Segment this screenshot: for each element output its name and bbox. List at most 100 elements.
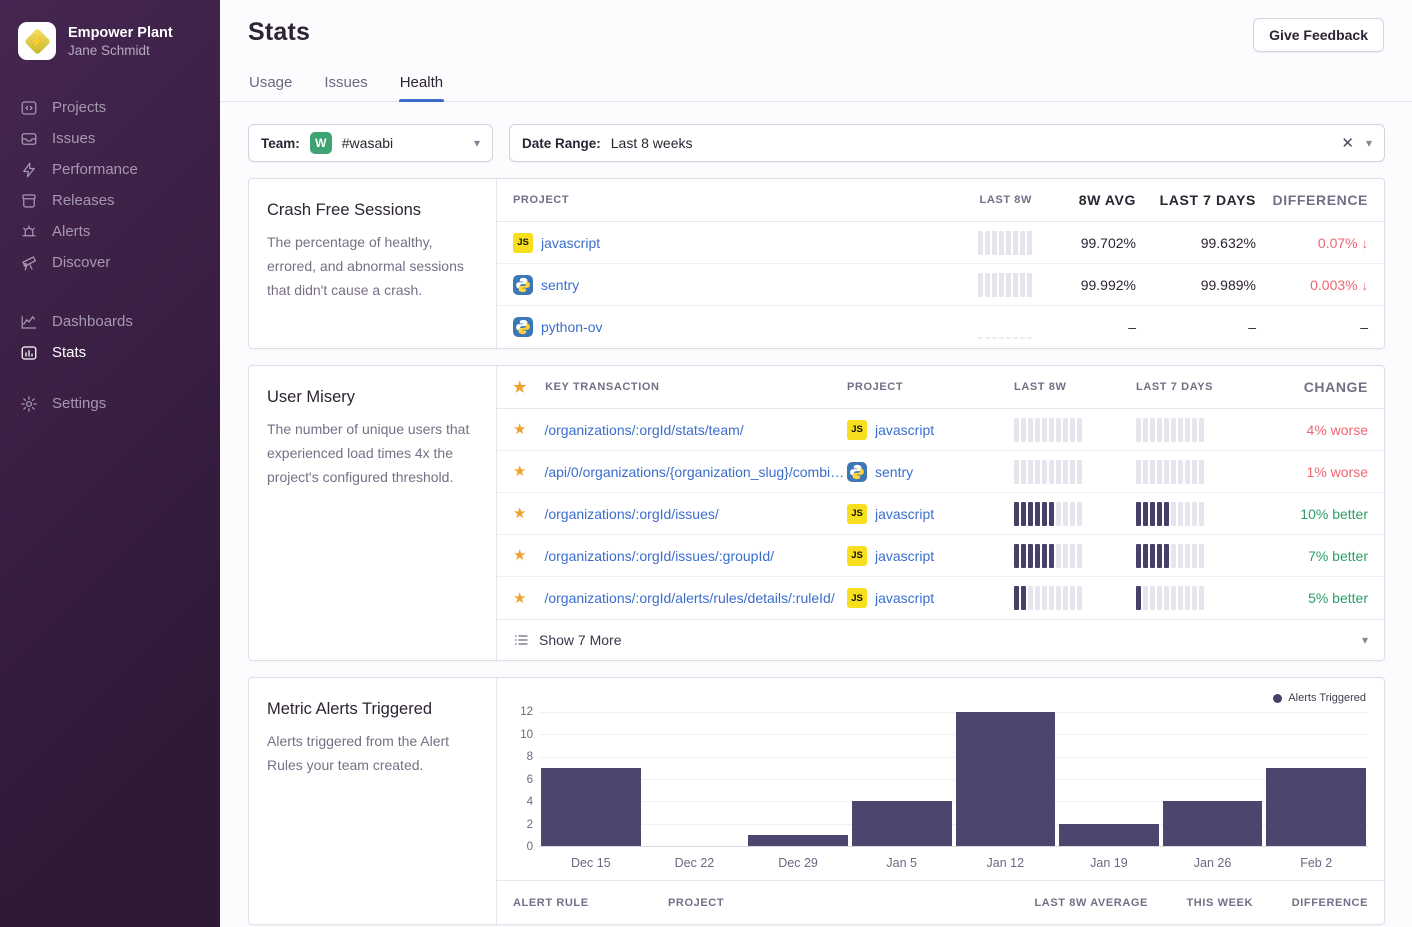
- releases-icon: [20, 192, 38, 210]
- x-tick-label: Jan 19: [1057, 856, 1161, 870]
- show-more-button[interactable]: Show 7 More ▾: [497, 619, 1384, 660]
- project-link[interactable]: sentry: [541, 277, 579, 293]
- project-link[interactable]: javascript: [541, 235, 600, 251]
- sidebar-item-projects[interactable]: Projects: [0, 92, 220, 123]
- y-tick-label: 6: [527, 774, 533, 786]
- team-select[interactable]: Team: W #wasabi ▾: [248, 124, 493, 162]
- chart-bar[interactable]: [1059, 824, 1159, 846]
- date-range-select[interactable]: Date Range: Last 8 weeks ✕ ▾: [509, 124, 1385, 162]
- table-row: ★ /organizations/:orgId/issues/:groupId/J…: [497, 535, 1384, 577]
- sparkline-last-8w: [1014, 586, 1082, 610]
- y-tick-label: 4: [527, 796, 533, 808]
- sidebar-item-settings[interactable]: Settings: [0, 388, 220, 419]
- panel-description: Alerts triggered from the Alert Rules yo…: [267, 729, 478, 777]
- python-platform-icon: [847, 462, 867, 482]
- sparkline-last-7-days: [1136, 418, 1204, 442]
- sidebar-item-label: Dashboards: [52, 312, 133, 331]
- table-row: JS javascript 99.702% 99.632% 0.07% ↓: [497, 222, 1384, 264]
- tab-health[interactable]: Health: [399, 68, 444, 101]
- javascript-platform-icon: JS: [513, 233, 533, 253]
- sidebar-item-releases[interactable]: Releases: [0, 185, 220, 216]
- avg-8w-value: 99.702%: [1032, 235, 1136, 251]
- change-value: 7% better: [1256, 548, 1368, 564]
- column-last-7-days: Last 7 Days: [1136, 192, 1256, 208]
- column-change: Change: [1256, 379, 1368, 395]
- sparkline-last-8w: [1014, 418, 1082, 442]
- panel-description: The percentage of healthy, errored, and …: [267, 230, 478, 302]
- table-header: Project Last 8W 8W Avg Last 7 Days Diffe…: [497, 179, 1384, 222]
- sidebar-item-stats[interactable]: Stats: [0, 337, 220, 368]
- project-link[interactable]: sentry: [875, 464, 913, 480]
- x-tick-label: Jan 12: [954, 856, 1058, 870]
- star-icon: ★: [513, 380, 527, 395]
- sidebar-item-alerts[interactable]: Alerts: [0, 216, 220, 247]
- star-icon[interactable]: ★: [513, 506, 526, 521]
- project-link[interactable]: javascript: [875, 590, 934, 606]
- give-feedback-button[interactable]: Give Feedback: [1253, 18, 1384, 52]
- project-link[interactable]: javascript: [875, 422, 934, 438]
- chart-bar[interactable]: [748, 835, 848, 846]
- performance-icon: [20, 161, 38, 179]
- javascript-platform-icon: JS: [847, 420, 867, 440]
- column-key-transaction: Key Transaction: [545, 381, 660, 393]
- column-8w-avg: 8W Avg: [1032, 192, 1136, 208]
- chart-legend: Alerts Triggered: [1273, 692, 1366, 704]
- sidebar-item-label: Projects: [52, 98, 106, 117]
- avg-8w-value: 99.992%: [1032, 277, 1136, 293]
- chart-bar[interactable]: [1266, 768, 1366, 846]
- star-icon[interactable]: ★: [513, 591, 526, 606]
- difference-value: 0.003% ↓: [1256, 277, 1368, 293]
- date-range-label: Date Range:: [522, 136, 601, 151]
- column-last-8w: Last 8W: [914, 194, 1032, 206]
- sidebar-item-label: Settings: [52, 394, 106, 413]
- star-icon[interactable]: ★: [513, 464, 526, 479]
- chevron-down-icon: ▾: [1362, 633, 1368, 647]
- org-logo-icon: [18, 22, 56, 60]
- legend-label: Alerts Triggered: [1288, 692, 1366, 704]
- down-arrow-icon: ↓: [1362, 278, 1369, 293]
- x-tick-label: Dec 15: [539, 856, 643, 870]
- change-value: 1% worse: [1256, 464, 1368, 480]
- change-value: 5% better: [1256, 590, 1368, 606]
- star-icon[interactable]: ★: [513, 548, 526, 563]
- transaction-link[interactable]: /organizations/:orgId/alerts/rules/detai…: [544, 590, 834, 606]
- javascript-platform-icon: JS: [847, 588, 867, 608]
- last-7-days-value: 99.989%: [1136, 277, 1256, 293]
- panel-title: Metric Alerts Triggered: [267, 700, 478, 719]
- python-platform-icon: [513, 317, 533, 337]
- clear-icon[interactable]: ✕: [1341, 134, 1354, 152]
- python-platform-icon: [513, 275, 533, 295]
- sidebar-item-issues[interactable]: Issues: [0, 123, 220, 154]
- transaction-link[interactable]: /organizations/:orgId/stats/team/: [544, 422, 743, 438]
- last-7-days-value: 99.632%: [1136, 235, 1256, 251]
- javascript-platform-icon: JS: [847, 546, 867, 566]
- chart-bar[interactable]: [541, 768, 641, 846]
- chart-y-axis: 024681012: [513, 712, 539, 847]
- transaction-link[interactable]: /organizations/:orgId/issues/: [544, 506, 718, 522]
- tab-issues[interactable]: Issues: [323, 68, 368, 101]
- org-switcher[interactable]: Empower Plant Jane Schmidt: [0, 18, 220, 70]
- page-title: Stats: [248, 18, 310, 47]
- sidebar: Empower Plant Jane Schmidt Projects Issu…: [0, 0, 220, 927]
- sparkline-last-8w: [1014, 544, 1082, 568]
- column-project: Project: [668, 897, 998, 909]
- chart-bar[interactable]: [1163, 801, 1263, 846]
- sidebar-item-dashboards[interactable]: Dashboards: [0, 306, 220, 337]
- column-project: Project: [847, 381, 1012, 393]
- panel-description: The number of unique users that experien…: [267, 417, 478, 489]
- transaction-link[interactable]: /api/0/organizations/{organization_slug}…: [544, 464, 847, 480]
- discover-icon: [20, 254, 38, 272]
- project-link[interactable]: javascript: [875, 506, 934, 522]
- star-icon[interactable]: ★: [513, 422, 526, 437]
- team-avatar: W: [310, 132, 332, 154]
- transaction-link[interactable]: /organizations/:orgId/issues/:groupId/: [544, 548, 774, 564]
- project-link[interactable]: javascript: [875, 548, 934, 564]
- chart-bar[interactable]: [852, 801, 952, 846]
- tab-usage[interactable]: Usage: [248, 68, 293, 101]
- issues-icon: [20, 130, 38, 148]
- sidebar-item-performance[interactable]: Performance: [0, 154, 220, 185]
- sidebar-item-discover[interactable]: Discover: [0, 247, 220, 278]
- chart-bar[interactable]: [956, 712, 1056, 846]
- project-link[interactable]: python-ov: [541, 319, 602, 335]
- column-last-8w: Last 8W: [1012, 381, 1134, 393]
